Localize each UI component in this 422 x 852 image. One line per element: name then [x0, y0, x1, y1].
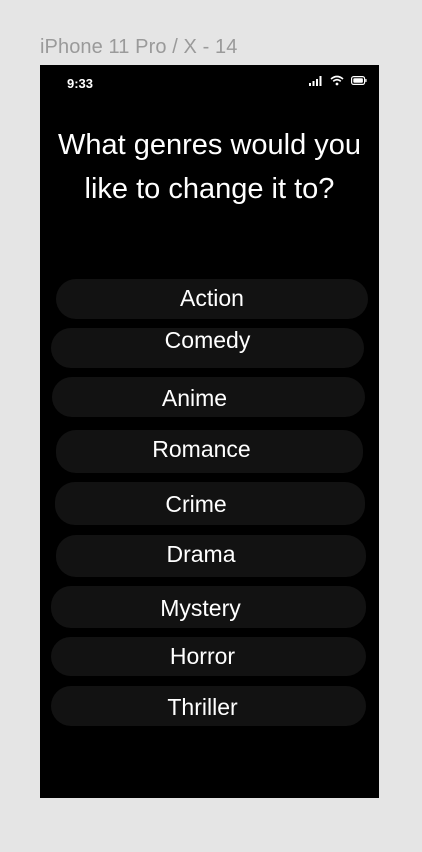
genre-label: Thriller [167, 694, 238, 720]
signal-icon [309, 75, 322, 86]
genre-option-horror[interactable]: Horror [51, 637, 366, 676]
genre-label: Action [180, 285, 244, 311]
battery-icon [351, 76, 367, 85]
genre-label: Drama [166, 541, 236, 567]
question-heading: What genres would you like to change it … [57, 129, 362, 205]
genre-label: Crime [165, 491, 227, 517]
frame-label: iPhone 11 Pro / X - 14 [40, 36, 238, 58]
genre-option-anime[interactable]: Anime [52, 377, 365, 417]
status-icons [309, 75, 367, 86]
genre-label: Romance [152, 436, 251, 462]
status-time: 9:33 [67, 76, 94, 91]
genre-label: Mystery [160, 595, 241, 621]
genre-label: Horror [169, 643, 236, 669]
genre-label: Anime [161, 385, 228, 411]
genre-option-thriller[interactable]: Thriller [51, 686, 366, 726]
genre-option-mystery[interactable]: Mystery [51, 586, 366, 628]
genre-option-romance[interactable]: Romance [56, 430, 363, 473]
genre-label: Comedy [164, 327, 251, 353]
wifi-icon [330, 75, 344, 86]
genre-option-comedy[interactable]: Comedy [51, 328, 364, 368]
genre-option-action[interactable]: Action [56, 279, 368, 319]
phone-screen: 9:33 What genres would you like to chang… [40, 65, 379, 798]
genre-option-drama[interactable]: Drama [56, 535, 366, 577]
genre-option-crime[interactable]: Crime [55, 482, 365, 525]
